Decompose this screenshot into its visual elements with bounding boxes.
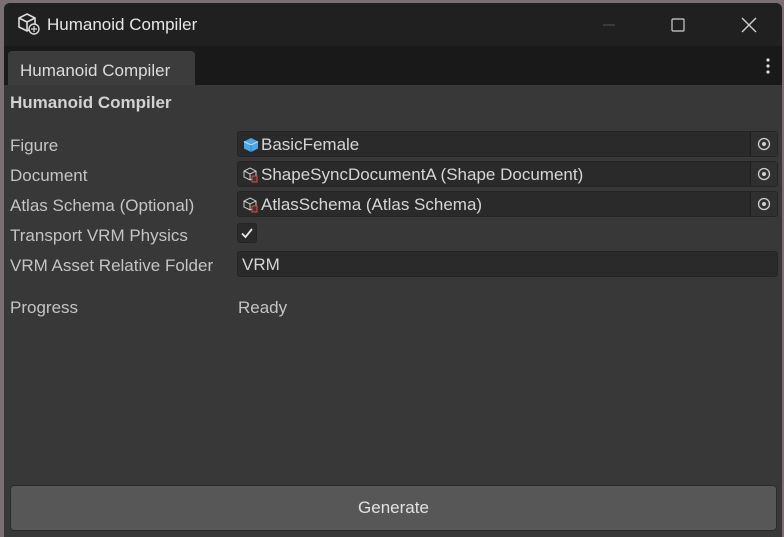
- object-picker-icon: [757, 167, 771, 181]
- scriptable-object-icon: [243, 197, 258, 213]
- vrm-folder-input[interactable]: VRM: [237, 251, 778, 277]
- minimize-button[interactable]: [574, 3, 644, 46]
- close-button[interactable]: [714, 3, 782, 46]
- document-picker-button[interactable]: [750, 162, 777, 186]
- figure-value: BasicFemale: [261, 135, 360, 154]
- editor-window: Humanoid Compiler Humanoid Compiler Huma…: [4, 3, 782, 537]
- document-object-field[interactable]: ShapeSyncDocumentA (Shape Document): [237, 161, 778, 187]
- figure-row: Figure BasicFemale: [4, 131, 782, 159]
- progress-status: Ready: [238, 298, 288, 317]
- checkmark-icon: [241, 228, 253, 239]
- generate-button[interactable]: Generate: [10, 485, 777, 531]
- scriptable-object-icon: [243, 167, 258, 183]
- close-icon: [741, 17, 757, 32]
- title-bar: Humanoid Compiler: [4, 3, 782, 46]
- transport-vrm-physics-checkbox[interactable]: [237, 223, 257, 243]
- tab-humanoid-compiler[interactable]: Humanoid Compiler: [8, 51, 195, 85]
- atlas-schema-label: Atlas Schema (Optional): [10, 196, 195, 215]
- transport-vrm-physics-row: Transport VRM Physics: [4, 221, 782, 249]
- figure-picker-button[interactable]: [750, 132, 777, 156]
- maximize-button[interactable]: [643, 3, 713, 46]
- atlas-schema-object-field[interactable]: AtlasSchema (Atlas Schema): [237, 191, 778, 217]
- maximize-icon: [671, 17, 685, 32]
- vrm-folder-label: VRM Asset Relative Folder: [10, 256, 214, 275]
- unity-cube-icon: [18, 13, 40, 35]
- atlas-schema-picker-button[interactable]: [750, 192, 777, 216]
- document-row: Document ShapeSyncDocumentA (Shape Docum…: [4, 161, 782, 189]
- atlas-schema-value: AtlasSchema (Atlas Schema): [261, 195, 483, 214]
- object-picker-icon: [757, 137, 771, 151]
- minimize-icon: [603, 24, 615, 25]
- document-value: ShapeSyncDocumentA (Shape Document): [261, 165, 584, 184]
- tab-bar: Humanoid Compiler: [4, 46, 782, 85]
- vrm-folder-value: VRM: [242, 255, 280, 274]
- progress-label: Progress: [10, 298, 79, 317]
- document-label: Document: [10, 166, 88, 185]
- figure-object-field[interactable]: BasicFemale: [237, 131, 778, 157]
- panel-title: Humanoid Compiler: [10, 93, 172, 112]
- atlas-schema-row: Atlas Schema (Optional) AtlasSchema (Atl…: [4, 191, 782, 219]
- tab-label: Humanoid Compiler: [20, 61, 171, 80]
- object-picker-icon: [757, 197, 771, 211]
- progress-row: Progress Ready: [4, 293, 782, 321]
- more-options-icon[interactable]: [762, 56, 774, 76]
- transport-vrm-physics-label: Transport VRM Physics: [10, 226, 188, 245]
- figure-label: Figure: [10, 136, 59, 155]
- prefab-cube-icon: [243, 138, 259, 152]
- window-title: Humanoid Compiler: [47, 15, 198, 34]
- vrm-folder-row: VRM Asset Relative Folder VRM: [4, 251, 782, 279]
